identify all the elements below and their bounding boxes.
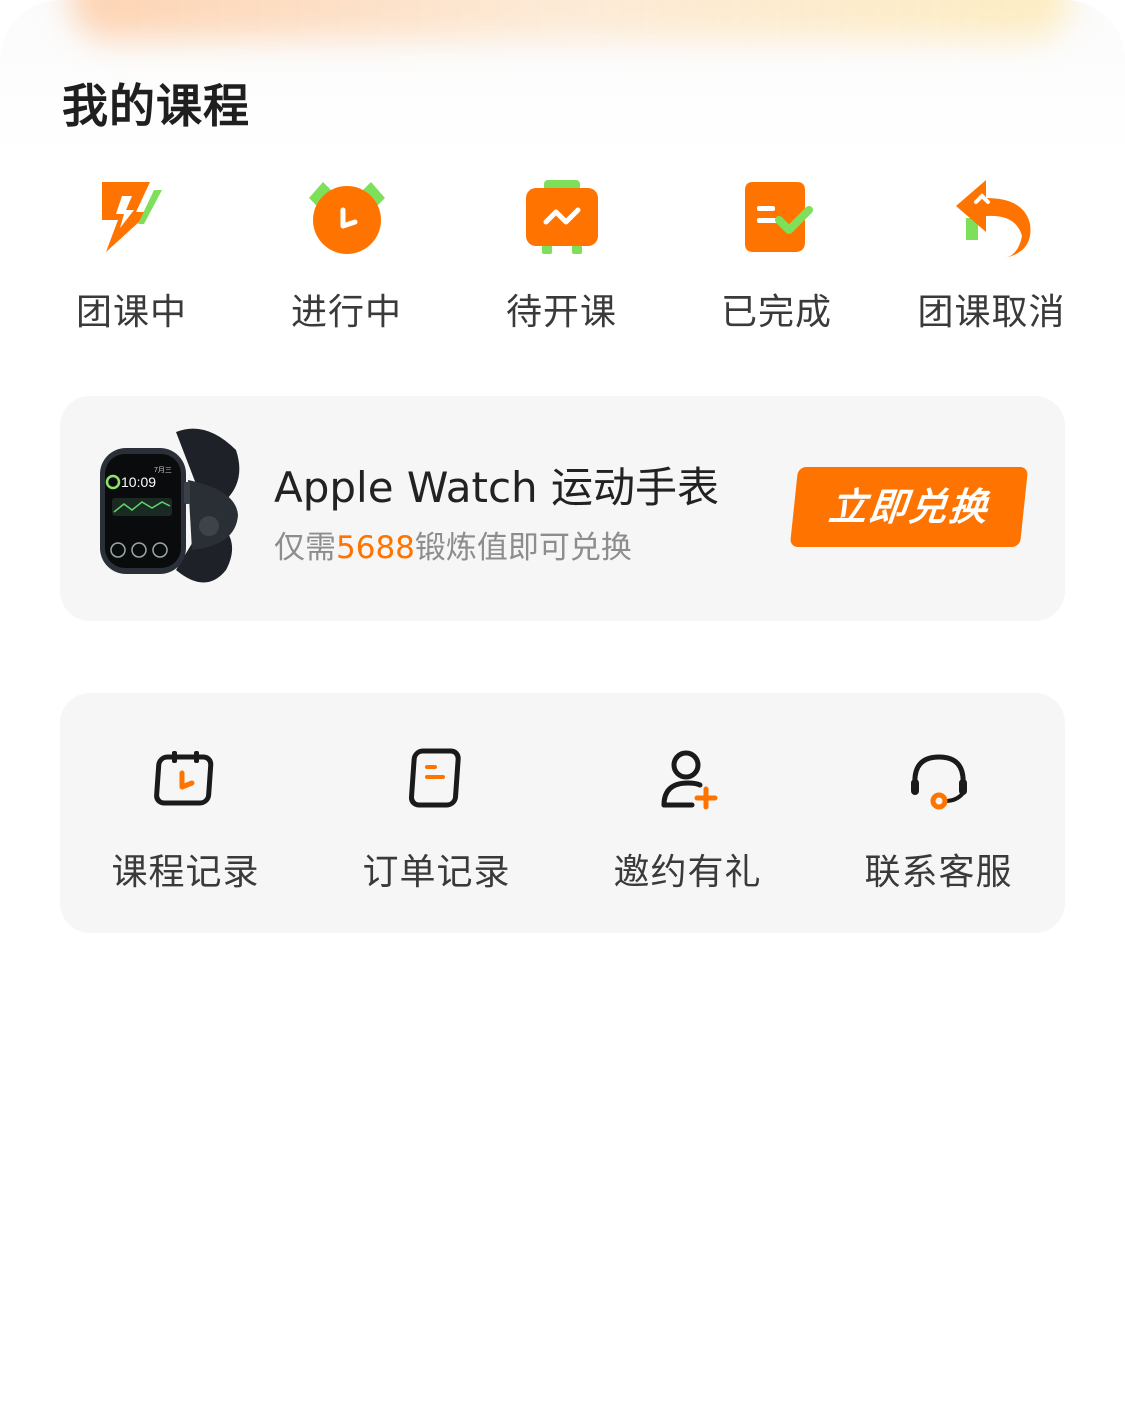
section-title: 我的课程 bbox=[62, 79, 250, 133]
status-label-group-class-cancelled: 团课取消 bbox=[917, 292, 1066, 333]
promo-points-value: 5688 bbox=[336, 530, 415, 566]
service-course-records[interactable]: 课程记录 bbox=[60, 741, 311, 901]
headset-icon bbox=[910, 754, 967, 810]
status-group-class-cancelled[interactable]: 团课取消 bbox=[884, 168, 1099, 338]
apple-watch-promo-banner[interactable]: 10:09 7月三 Apple Watch 运动手表 仅需5688锻炼值即可兑换… bbox=[60, 396, 1065, 621]
promo-title: Apple Watch 运动手表 bbox=[274, 463, 720, 512]
status-label-in-progress: 进行中 bbox=[290, 292, 402, 333]
service-order-records[interactable]: 订单记录 bbox=[311, 741, 562, 901]
service-contact-support[interactable]: 联系客服 bbox=[813, 741, 1064, 901]
status-upcoming[interactable]: 待开课 bbox=[454, 168, 669, 338]
promo-subtitle: 仅需5688锻炼值即可兑换 bbox=[274, 522, 632, 567]
service-label-course-records: 课程记录 bbox=[111, 852, 260, 893]
lightning-icon bbox=[101, 182, 162, 252]
watch-time-text: 10:09 bbox=[121, 474, 156, 490]
status-group-class-ongoing[interactable]: 团课中 bbox=[24, 168, 239, 338]
alarm-clock-icon bbox=[308, 182, 385, 254]
status-completed[interactable]: 已完成 bbox=[669, 168, 884, 338]
promo-sub-suffix: 锻炼值即可兑换 bbox=[414, 530, 632, 566]
status-label-group-class-ongoing: 团课中 bbox=[75, 292, 187, 333]
order-doc-icon bbox=[408, 748, 461, 808]
service-invite-rewards[interactable]: 邀约有礼 bbox=[562, 741, 813, 901]
status-label-completed: 已完成 bbox=[720, 292, 832, 333]
promo-sub-prefix: 仅需 bbox=[274, 530, 336, 566]
service-label-invite-rewards: 邀约有礼 bbox=[613, 852, 762, 893]
status-in-progress[interactable]: 进行中 bbox=[239, 168, 454, 338]
service-label-order-records: 订单记录 bbox=[362, 852, 511, 893]
briefcase-icon bbox=[525, 180, 598, 254]
status-label-upcoming: 待开课 bbox=[505, 292, 617, 333]
header-gradient-glow bbox=[70, 0, 1070, 40]
add-user-icon bbox=[661, 750, 717, 810]
calendar-clock-icon bbox=[153, 751, 213, 806]
service-label-contact-support: 联系客服 bbox=[864, 852, 1013, 893]
services-panel: 课程记录 订单记录 邀约有礼 联系客服 bbox=[60, 693, 1065, 933]
watch-date-text: 7月三 bbox=[154, 466, 172, 474]
redeem-now-button[interactable]: 立即兑换 bbox=[789, 467, 1029, 547]
course-status-row: 团课中 进行中 待开课 已完成 团课取消 bbox=[24, 168, 1101, 338]
completed-doc-icon bbox=[744, 182, 813, 252]
undo-arrow-icon bbox=[955, 180, 1030, 258]
apple-watch-image: 10:09 7月三 bbox=[96, 420, 246, 599]
